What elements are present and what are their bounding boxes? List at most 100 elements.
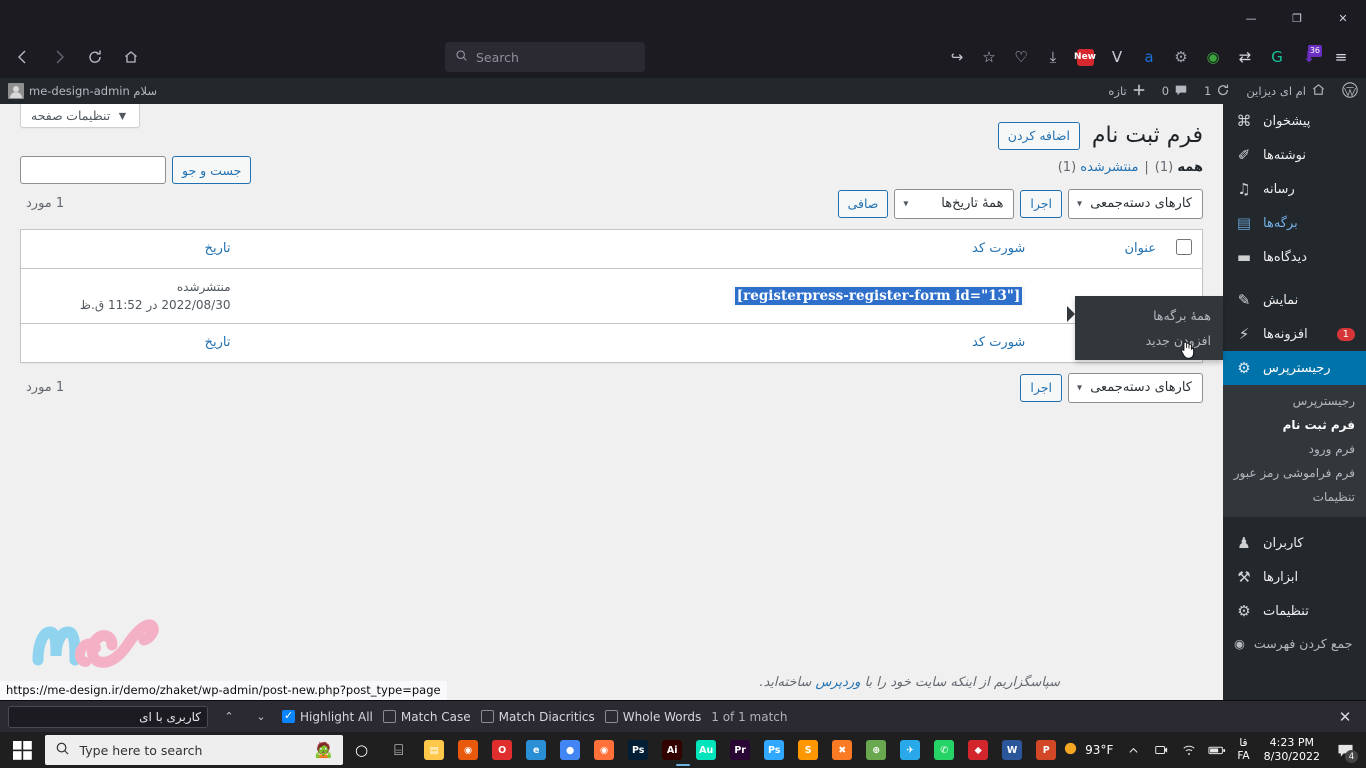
bulk-actions-select-top[interactable]: کارهای دسته‌جمعی bbox=[1068, 188, 1203, 219]
sidebar-item-8[interactable]: کاربران ♟ bbox=[1223, 526, 1366, 560]
bulk-actions-select-bottom[interactable]: کارهای دسته‌جمعی bbox=[1068, 372, 1203, 403]
table-row[interactable]: [registerpress-register-form id="13"] منت… bbox=[21, 268, 1203, 323]
column-header-title[interactable]: عنوان bbox=[1035, 229, 1166, 269]
translate-extension-icon[interactable]: ⇄ bbox=[1230, 42, 1260, 72]
column-footer-shortcode[interactable]: شورت کد bbox=[240, 322, 1036, 363]
adminbar-my-account[interactable]: سلام me-design-admin bbox=[0, 78, 165, 104]
language-indicator[interactable]: قا FA bbox=[1233, 737, 1253, 763]
idm-extension-icon[interactable]: ◉ bbox=[1198, 42, 1228, 72]
sidebar-item-6[interactable]: 1 افزونه‌ها ⚡ bbox=[1223, 317, 1366, 351]
submenu-item-4[interactable]: تنظیمات bbox=[1223, 485, 1366, 509]
window-minimize-button[interactable]: — bbox=[1228, 2, 1274, 34]
column-footer-date[interactable]: تاریخ bbox=[20, 322, 241, 363]
submenu-item-2[interactable]: فرم ورود bbox=[1223, 437, 1366, 461]
notification-center-button[interactable]: 4 bbox=[1330, 732, 1360, 768]
adminbar-wp-logo[interactable] bbox=[1334, 78, 1366, 104]
taskbar-app-powerpoint[interactable]: P bbox=[1029, 732, 1063, 768]
taskbar-app-telegram[interactable]: ✈ bbox=[893, 732, 927, 768]
taskbar-app-photoshop[interactable]: Ps bbox=[621, 732, 655, 768]
column-header-shortcode[interactable]: شورت کد bbox=[240, 229, 1036, 269]
battery-icon[interactable] bbox=[1205, 732, 1229, 768]
sidebar-item-3[interactable]: برگه‌ها ▤ bbox=[1223, 206, 1366, 240]
taskbar-app-firefox-active[interactable]: ◉ bbox=[587, 732, 690, 768]
adminbar-updates[interactable]: 1 bbox=[1196, 78, 1238, 104]
search-input-field[interactable] bbox=[20, 156, 166, 184]
highlight-all-toggle[interactable]: Highlight All bbox=[282, 709, 373, 724]
apply-bulk-action-button-top[interactable]: اجرا bbox=[1020, 189, 1062, 218]
forward-arrow-icon[interactable] bbox=[42, 41, 76, 73]
window-maximize-button[interactable]: ❐ bbox=[1274, 2, 1320, 34]
find-next-button[interactable]: ⌄ bbox=[250, 706, 272, 728]
taskbar-app-browser-globe[interactable]: ⊕ bbox=[859, 732, 893, 768]
weather-widget[interactable]: 93°F bbox=[1063, 741, 1117, 759]
share-icon[interactable]: ↪ bbox=[942, 42, 972, 72]
add-new-button[interactable]: اضافه کردن bbox=[997, 122, 1080, 151]
view-published-link[interactable]: منتشرشده bbox=[1080, 160, 1138, 175]
app-menu-icon[interactable]: ≡ bbox=[1326, 42, 1356, 72]
taskbar-app-sublime-text[interactable]: S bbox=[791, 732, 825, 768]
taskbar-app-audition[interactable]: Au bbox=[689, 732, 723, 768]
window-close-button[interactable]: ✕ bbox=[1320, 2, 1366, 34]
home-icon[interactable] bbox=[114, 41, 148, 73]
filter-button[interactable]: صافی bbox=[837, 189, 889, 218]
clock-widget[interactable]: 4:23 PM 8/30/2022 bbox=[1258, 736, 1326, 764]
taskbar-app-acrobat-reader[interactable]: ◆ bbox=[961, 732, 995, 768]
whole-words-checkbox[interactable] bbox=[604, 710, 618, 723]
sidebar-item-0[interactable]: پیشخوان ⌘ bbox=[1223, 104, 1366, 138]
taskbar-app-file-explorer[interactable]: ▤ bbox=[417, 732, 451, 768]
gears-extension-icon[interactable]: ⚙ bbox=[1166, 42, 1196, 72]
vpn-extension-icon[interactable]: V bbox=[1102, 42, 1132, 72]
wordpress-link[interactable]: وردپرس bbox=[815, 675, 860, 690]
task-view-icon[interactable]: ⌸ bbox=[380, 732, 417, 768]
collapse-menu-button[interactable]: جمع کردن فهرست ◉ bbox=[1223, 628, 1366, 659]
taskbar-app-xampp[interactable]: ✖ bbox=[825, 732, 859, 768]
tray-expand-chevron-icon[interactable] bbox=[1121, 732, 1145, 768]
downloads-icon[interactable]: ⤓ bbox=[1038, 42, 1068, 72]
highlight-all-checkbox[interactable] bbox=[282, 709, 295, 723]
taskbar-app-opera-browser[interactable]: O bbox=[485, 732, 519, 768]
onedrive-icon[interactable] bbox=[1149, 732, 1173, 768]
taskbar-app-whatsapp[interactable]: ✆ bbox=[927, 732, 961, 768]
match-case-toggle[interactable]: Match Case bbox=[382, 710, 471, 724]
match-diacritics-checkbox[interactable] bbox=[480, 710, 494, 723]
sidebar-item-10[interactable]: تنظیمات ⚙ bbox=[1223, 594, 1366, 628]
view-published[interactable]: منتشرشده (1) bbox=[1058, 160, 1139, 175]
apply-bulk-action-button-bottom[interactable]: اجرا bbox=[1020, 373, 1062, 402]
bookmark-star-icon[interactable]: ☆ bbox=[974, 42, 1004, 72]
match-case-checkbox[interactable] bbox=[382, 710, 396, 723]
windows-start-icon[interactable] bbox=[0, 732, 45, 768]
submenu-item-3[interactable]: فرم فراموشی رمز عبور bbox=[1223, 461, 1366, 485]
sidebar-item-1[interactable]: نوشته‌ها ✐ bbox=[1223, 138, 1366, 172]
view-all[interactable]: همه (1) bbox=[1155, 160, 1203, 175]
news-extension-icon[interactable]: New bbox=[1070, 42, 1100, 72]
adminbar-new-content[interactable]: تازه bbox=[1100, 78, 1153, 104]
sidebar-item-7[interactable]: رجیسترپرس ⚙ bbox=[1223, 351, 1366, 385]
network-wifi-icon[interactable] bbox=[1177, 732, 1201, 768]
adminbar-comments[interactable]: 0 bbox=[1154, 78, 1196, 104]
back-arrow-icon[interactable] bbox=[6, 41, 40, 73]
taskbar-app-premiere[interactable]: Pr bbox=[723, 732, 757, 768]
whole-words-toggle[interactable]: Whole Words bbox=[604, 710, 701, 724]
taskbar-app-edge-browser[interactable]: e bbox=[519, 732, 553, 768]
match-diacritics-toggle[interactable]: Match Diacritics bbox=[480, 710, 595, 724]
pocket-icon[interactable]: ♡ bbox=[1006, 42, 1036, 72]
taskbar-app-photoshop-2[interactable]: Ps bbox=[757, 732, 791, 768]
adminbar-site-name[interactable]: ام ای دیزاین bbox=[1238, 78, 1334, 104]
sidebar-item-2[interactable]: رسانه ♫ bbox=[1223, 172, 1366, 206]
taskbar-app-word[interactable]: W bbox=[995, 732, 1029, 768]
date-filter-select[interactable]: همهٔ تاریخ‌ها bbox=[894, 188, 1015, 219]
shortcode-text[interactable]: [registerpress-register-form id="13"] bbox=[734, 286, 1023, 305]
search-submit-button[interactable]: جست و جو bbox=[172, 156, 252, 184]
submenu-item-0[interactable]: رجیسترپرس bbox=[1223, 389, 1366, 413]
column-header-date[interactable]: تاریخ bbox=[20, 229, 241, 269]
sidebar-item-4[interactable]: دیدگاه‌ها ▬ bbox=[1223, 240, 1366, 274]
taskbar-search-input[interactable]: Type here to search 🧟 bbox=[44, 735, 343, 765]
taskbar-app-firefox-browser[interactable]: ◉ bbox=[451, 732, 485, 768]
find-input[interactable] bbox=[8, 705, 208, 728]
submenu-item-1[interactable]: فرم ثبت نام bbox=[1223, 413, 1366, 437]
flyout-item-all-pages[interactable]: همهٔ برگه‌ها bbox=[1075, 303, 1223, 328]
taskbar-app-chrome-browser[interactable]: ● bbox=[553, 732, 587, 768]
screen-options-button[interactable]: ▼ تنظیمات صفحه bbox=[20, 104, 140, 128]
sidebar-item-5[interactable]: نمایش ✎ bbox=[1223, 283, 1366, 317]
taskbar-app-illustrator[interactable]: Ai bbox=[655, 732, 689, 768]
